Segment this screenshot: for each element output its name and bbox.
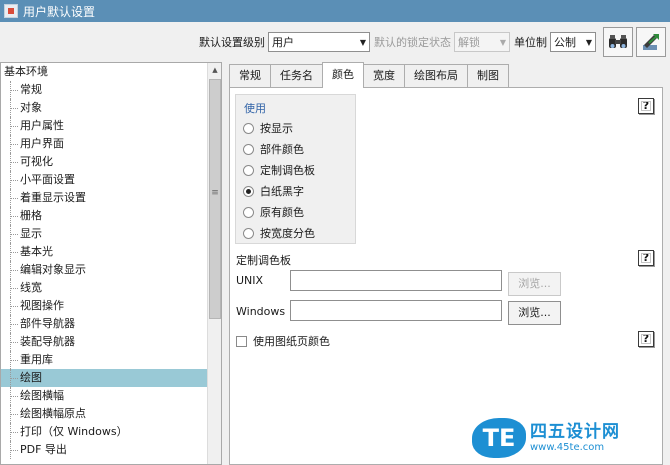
binoculars-icon [609, 35, 627, 48]
chevron-down-icon: ▼ [499, 37, 506, 47]
tree-item[interactable]: 常规 [1, 81, 221, 99]
windows-path-input[interactable] [290, 300, 502, 321]
tree-item[interactable]: 部件导航器 [1, 315, 221, 333]
radio-black-on-white[interactable]: 白纸黑字 [243, 182, 304, 200]
radio-indicator[interactable] [243, 143, 254, 155]
radio-indicator[interactable] [243, 206, 254, 218]
radio-custom-palette[interactable]: 定制调色板 [243, 161, 315, 179]
export-icon [643, 34, 659, 50]
tree-item[interactable]: 重用库 [1, 351, 221, 369]
radio-indicator[interactable] [243, 122, 254, 134]
windows-label: Windows [236, 305, 286, 318]
tree-item[interactable]: 栅格 [1, 207, 221, 225]
unix-browse-button: 浏览... [508, 272, 561, 296]
tree-item[interactable]: PDF 导出 [1, 441, 221, 459]
tree-item[interactable]: 视图操作 [1, 297, 221, 315]
level-label: 默认设置级别 [199, 36, 265, 49]
radio-indicator-selected[interactable] [243, 185, 254, 197]
use-page-color-checkbox[interactable]: 使用图纸页颜色 [236, 333, 330, 349]
tree-item[interactable]: 绘图横幅原点 [1, 405, 221, 423]
units-value: 公制 [554, 36, 576, 49]
tree-item-selected[interactable]: 绘图 [1, 369, 221, 387]
tree-item[interactable]: 编辑对象显示 [1, 261, 221, 279]
checkbox-indicator[interactable] [236, 335, 247, 347]
tree-item[interactable]: 用户界面 [1, 135, 221, 153]
tree-item[interactable]: 打印（仅 Windows） [1, 423, 221, 441]
use-group: 使用 按显示 部件颜色 定制调色板 白纸黑字 原有颜色 按宽度分色 [235, 94, 356, 244]
tab-task-name[interactable]: 任务名 [270, 64, 323, 88]
watermark: TE 四五设计网 www.45te.com [472, 418, 640, 458]
chevron-down-icon: ▼ [359, 37, 366, 47]
toolbar: 默认设置级别 用户 ▼ 默认的锁定状态 解锁 ▼ 单位制 公制 ▼ [0, 22, 670, 62]
scroll-thumb[interactable]: ≡ [209, 79, 221, 319]
watermark-name: 四五设计网 [530, 422, 620, 443]
tree-root[interactable]: 基本环境 [1, 63, 221, 81]
scroll-up-icon[interactable]: ▲ [208, 63, 221, 77]
tree-item[interactable]: 着重显示设置 [1, 189, 221, 207]
tree-item[interactable]: 可视化 [1, 153, 221, 171]
windows-browse-button[interactable]: 浏览... [508, 301, 561, 325]
radio-label: 原有颜色 [260, 206, 304, 219]
units-label: 单位制 [514, 36, 547, 49]
level-value: 用户 [272, 36, 294, 49]
lock-select: 解锁 ▼ [454, 32, 510, 52]
radio-label: 部件颜色 [260, 143, 304, 156]
unix-path-input[interactable] [290, 270, 502, 291]
palette-section-title: 定制调色板 [236, 254, 291, 267]
use-group-title: 使用 [244, 102, 266, 115]
title-bar: 用户默认设置 [0, 0, 670, 22]
lock-label: 默认的锁定状态 [374, 36, 451, 49]
tree-item[interactable]: 线宽 [1, 279, 221, 297]
help-icon[interactable]: ? [638, 98, 654, 114]
tab-strip: 常规 任务名 颜色 宽度 绘图布局 制图 [229, 62, 509, 88]
units-select[interactable]: 公制 ▼ [550, 32, 596, 52]
radio-label: 按显示 [260, 122, 293, 135]
watermark-text: 四五设计网 www.45te.com [530, 423, 620, 453]
color-tab-panel: 使用 按显示 部件颜色 定制调色板 白纸黑字 原有颜色 按宽度分色 ? 定制调色… [229, 87, 663, 465]
radio-original-color[interactable]: 原有颜色 [243, 203, 304, 221]
tree-item[interactable]: 用户属性 [1, 117, 221, 135]
tree-item[interactable]: 绘图横幅 [1, 387, 221, 405]
help-icon[interactable]: ? [638, 250, 654, 266]
help-icon[interactable]: ? [638, 331, 654, 347]
window-title: 用户默认设置 [23, 4, 96, 19]
level-select[interactable]: 用户 ▼ [268, 32, 370, 52]
watermark-logo: TE [472, 418, 526, 458]
tab-drawing-layout[interactable]: 绘图布局 [404, 64, 468, 88]
tree-item[interactable]: 基本光 [1, 243, 221, 261]
export-button[interactable] [636, 27, 666, 57]
lock-value: 解锁 [458, 36, 480, 49]
tree-item[interactable]: 对象 [1, 99, 221, 117]
radio-label: 按宽度分色 [260, 227, 315, 240]
radio-label: 白纸黑字 [260, 185, 304, 198]
tab-general[interactable]: 常规 [229, 64, 271, 88]
tab-drafting[interactable]: 制图 [467, 64, 509, 88]
radio-color-by-width[interactable]: 按宽度分色 [243, 224, 315, 242]
app-icon [4, 4, 18, 18]
settings-tree: 基本环境 常规 对象 用户属性 用户界面 可视化 小平面设置 着重显示设置 栅格… [0, 62, 222, 465]
watermark-url: www.45te.com [530, 441, 605, 453]
tree-item[interactable]: 显示 [1, 225, 221, 243]
tree-item[interactable]: 装配导航器 [1, 333, 221, 351]
radio-label: 定制调色板 [260, 164, 315, 177]
tree-item[interactable]: 小平面设置 [1, 171, 221, 189]
grip-icon: ≡ [211, 188, 219, 198]
tree-scrollbar[interactable]: ▲ ≡ [207, 63, 221, 464]
radio-by-display[interactable]: 按显示 [243, 119, 293, 137]
checkbox-label: 使用图纸页颜色 [253, 335, 330, 348]
find-button[interactable] [603, 27, 633, 57]
tab-width[interactable]: 宽度 [363, 64, 405, 88]
unix-label: UNIX [236, 274, 264, 287]
tab-color[interactable]: 颜色 [322, 62, 364, 88]
radio-part-color[interactable]: 部件颜色 [243, 140, 304, 158]
radio-indicator[interactable] [243, 227, 254, 239]
radio-indicator[interactable] [243, 164, 254, 176]
chevron-down-icon: ▼ [585, 37, 592, 47]
